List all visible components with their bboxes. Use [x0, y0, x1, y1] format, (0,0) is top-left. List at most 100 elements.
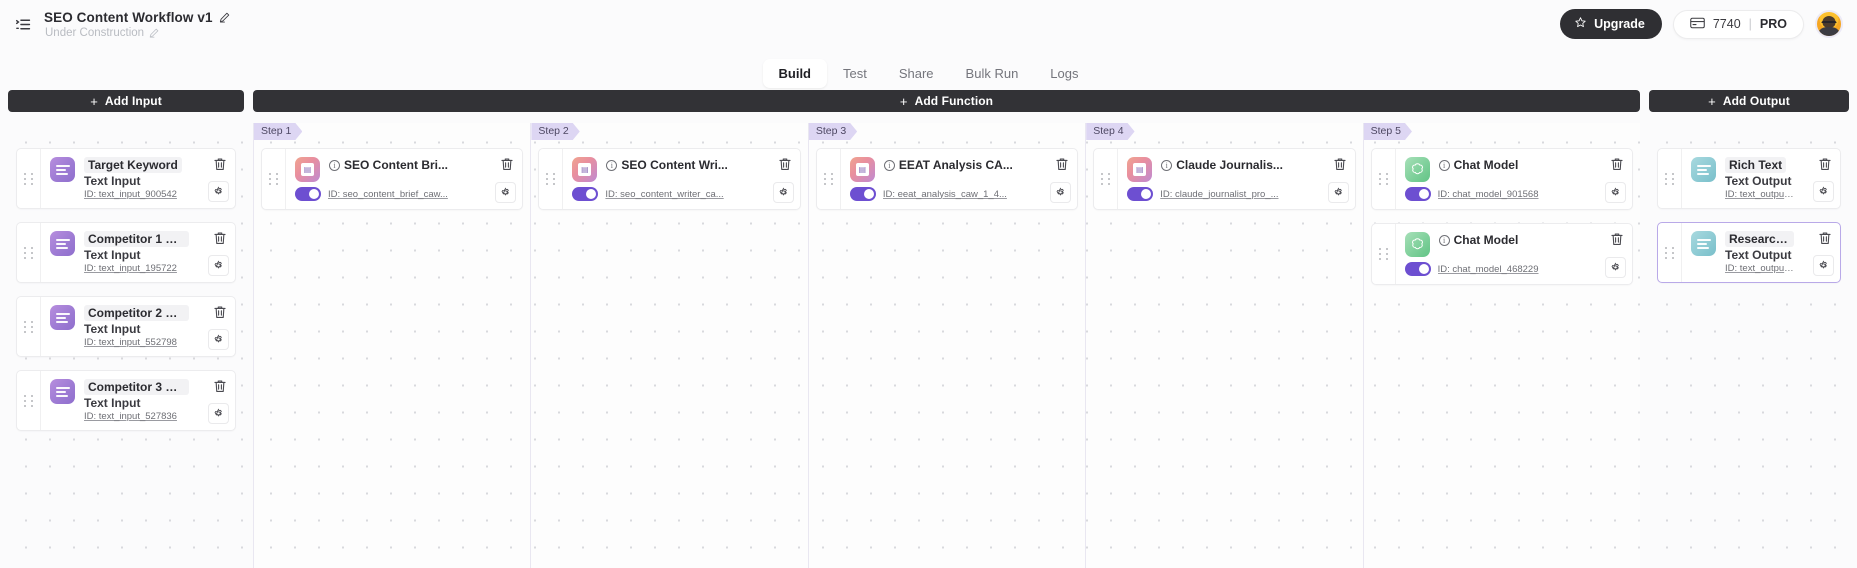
info-icon[interactable]: i	[606, 159, 618, 171]
drag-handle[interactable]	[1658, 149, 1682, 208]
delete-icon[interactable]	[1610, 232, 1624, 247]
drag-handle[interactable]	[1372, 149, 1396, 209]
node-id[interactable]: ID: text_output_676677	[1725, 189, 1794, 200]
workflow-node[interactable]: Rich TextText OutputID: text_output_6766…	[1657, 148, 1841, 209]
node-id[interactable]: ID: eeat_analysis_caw_1_4...	[883, 189, 1007, 200]
delete-icon[interactable]	[1333, 157, 1347, 172]
info-icon[interactable]: i	[1161, 159, 1173, 171]
delete-icon[interactable]	[213, 305, 227, 320]
settings-gear-icon[interactable]	[208, 181, 229, 202]
node-enable-toggle[interactable]	[1127, 187, 1154, 201]
add-output-label: Add Output	[1722, 94, 1790, 108]
drag-handle[interactable]	[539, 149, 564, 209]
add-input-label: Add Input	[104, 94, 162, 108]
delete-icon[interactable]	[500, 157, 514, 172]
node-id[interactable]: ID: text_input_527836	[84, 411, 189, 422]
node-id[interactable]: ID: text_input_195722	[84, 263, 189, 274]
drag-handle[interactable]	[17, 297, 41, 356]
credits-separator: |	[1748, 17, 1752, 31]
list-menu-icon[interactable]	[12, 13, 34, 35]
delete-icon[interactable]	[1055, 157, 1069, 172]
add-output-button[interactable]: + Add Output	[1649, 90, 1849, 112]
upgrade-button[interactable]: Upgrade	[1560, 9, 1662, 39]
node-enable-toggle[interactable]	[295, 187, 321, 201]
node-id[interactable]: ID: chat_model_901568	[1438, 189, 1539, 200]
node-header: Competitor 3 URL Text Input ID: text_input…	[50, 379, 203, 422]
node-id[interactable]: ID: chat_model_468229	[1438, 264, 1539, 275]
text-input-icon	[50, 305, 75, 330]
node-enable-toggle[interactable]	[1404, 187, 1431, 201]
node-enable-toggle[interactable]	[572, 187, 599, 201]
settings-gear-icon[interactable]	[208, 255, 229, 276]
node-id[interactable]: ID: text_input_552798	[84, 337, 189, 348]
node-type: Text Input	[84, 248, 141, 262]
node-text: i EEAT Analysis CA...	[883, 157, 1031, 182]
node-enable-toggle[interactable]	[849, 187, 876, 201]
info-icon[interactable]: i	[883, 159, 895, 171]
settings-gear-icon[interactable]	[208, 403, 229, 424]
settings-gear-icon[interactable]	[1050, 182, 1072, 203]
tab-bulk-run[interactable]: Bulk Run	[950, 59, 1035, 88]
drag-handle[interactable]	[817, 149, 841, 209]
info-icon[interactable]: i	[1438, 234, 1450, 246]
workflow-node[interactable]: ▤ i EEAT Analysis CA... ID: eeat_analysis_c…	[815, 148, 1079, 210]
drag-handle[interactable]	[1372, 224, 1396, 284]
settings-gear-icon[interactable]	[1813, 181, 1834, 202]
add-function-button[interactable]: + Add Function	[253, 90, 1640, 112]
avatar-body	[1817, 27, 1841, 36]
input-lane: Target Keyword Text Input ID: text_input_9…	[8, 123, 244, 568]
tab-logs[interactable]: Logs	[1034, 59, 1094, 88]
avatar[interactable]	[1815, 10, 1843, 38]
delete-icon[interactable]	[213, 231, 227, 246]
drag-handle[interactable]	[17, 371, 41, 430]
delete-icon[interactable]	[213, 379, 227, 394]
add-input-button[interactable]: + Add Input	[8, 90, 244, 112]
workflow-node[interactable]: Competitor 3 URL Text Input ID: text_input…	[16, 370, 236, 431]
node-id[interactable]: ID: text_input_900542	[84, 189, 189, 200]
tab-test[interactable]: Test	[827, 59, 883, 88]
settings-gear-icon[interactable]	[1327, 182, 1349, 203]
delete-icon[interactable]	[1610, 157, 1624, 172]
workflow-node[interactable]: Research TasksText OutputID: text_output…	[1657, 222, 1841, 283]
drag-handle[interactable]	[262, 149, 286, 209]
node-id[interactable]: ID: seo_content_writer_ca...	[605, 189, 723, 200]
workflow-node[interactable]: Competitor 1 URL Text Input ID: text_input…	[16, 222, 236, 283]
text-output-icon	[1691, 231, 1716, 256]
settings-gear-icon[interactable]	[772, 182, 794, 203]
tab-bar: Build Test Share Bulk Run Logs	[0, 48, 1857, 90]
tab-build[interactable]: Build	[762, 59, 827, 88]
step-column: Step 3 ▤ i EEAT Analysis CA... ID: eeat_anal…	[807, 123, 1085, 568]
info-icon[interactable]: i	[329, 159, 340, 171]
delete-icon[interactable]	[778, 157, 792, 172]
credits-pill[interactable]: 7740 | PRO	[1672, 9, 1804, 39]
workflow-node[interactable]: Target Keyword Text Input ID: text_input_9…	[16, 148, 236, 209]
settings-gear-icon[interactable]	[1605, 182, 1627, 203]
drag-handle[interactable]	[17, 149, 41, 208]
workflow-node[interactable]: ▤ i SEO Content Bri... ID: seo_content_brie…	[261, 148, 524, 210]
delete-icon[interactable]	[1818, 231, 1832, 246]
workflow-node[interactable]: Competitor 2 URL Text Input ID: text_input…	[16, 296, 236, 357]
workflow-node[interactable]: i Chat Model ID: chat_model_468229	[1370, 223, 1634, 285]
settings-gear-icon[interactable]	[495, 182, 517, 203]
drag-handle[interactable]	[17, 223, 41, 282]
workflow-node[interactable]: i Chat Model ID: chat_model_901568	[1370, 148, 1634, 210]
drag-handle[interactable]	[1094, 149, 1119, 209]
pencil-icon[interactable]	[219, 12, 230, 23]
tab-share[interactable]: Share	[883, 59, 950, 88]
settings-gear-icon[interactable]	[1605, 257, 1627, 278]
settings-gear-icon[interactable]	[208, 329, 229, 350]
node-enable-toggle[interactable]	[1404, 262, 1431, 276]
node-name-row: Rich Text	[1725, 157, 1794, 173]
delete-icon[interactable]	[213, 157, 227, 172]
drag-handle[interactable]	[1658, 223, 1682, 282]
node-id[interactable]: ID: seo_content_brief_caw...	[328, 189, 448, 200]
info-icon[interactable]: i	[1438, 159, 1450, 171]
delete-icon[interactable]	[1818, 157, 1832, 172]
settings-gear-icon[interactable]	[1813, 255, 1834, 276]
step-node-list: ▤ i EEAT Analysis CA... ID: eeat_analysis_c…	[815, 123, 1079, 210]
workflow-node[interactable]: ▤ i SEO Content Wri... ID: seo_content_writ…	[538, 148, 801, 210]
pencil-icon-subtitle[interactable]	[149, 28, 159, 38]
node-id[interactable]: ID: claude_journalist_pro_...	[1160, 189, 1278, 200]
workflow-node[interactable]: ▤ i Claude Journalis... ID: claude_journali…	[1093, 148, 1356, 210]
node-id[interactable]: ID: text_output_695731	[1725, 263, 1794, 274]
